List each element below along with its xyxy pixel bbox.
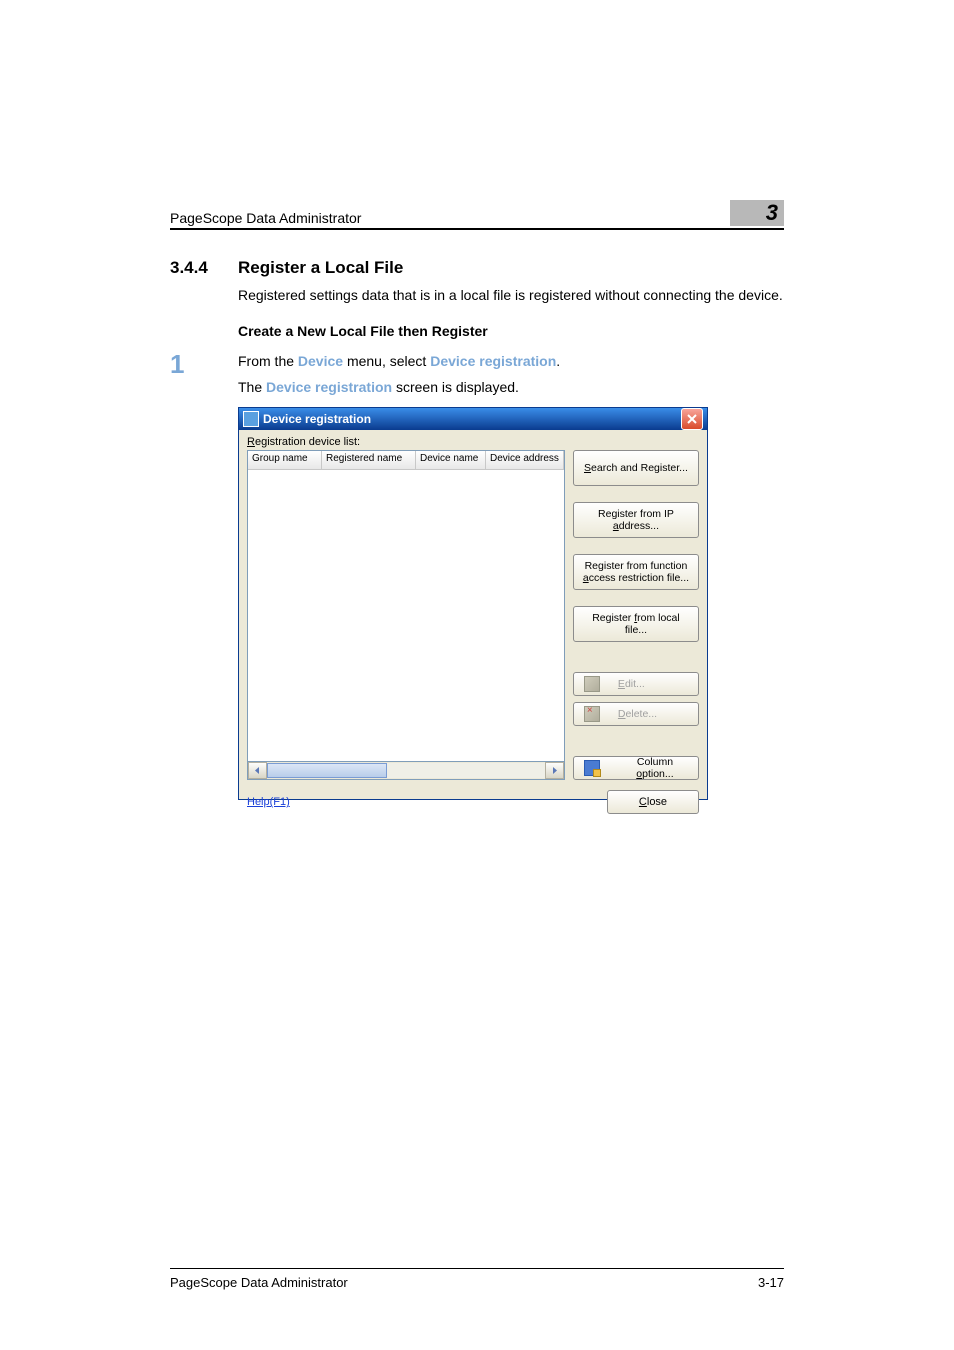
ui-term-device-registration: Device registration bbox=[430, 353, 556, 369]
search-and-register-button[interactable]: Search and Register... bbox=[573, 450, 699, 486]
column-option-button[interactable]: Column option... bbox=[573, 756, 699, 780]
running-header: PageScope Data Administrator bbox=[170, 210, 361, 226]
scroll-thumb[interactable] bbox=[267, 763, 387, 778]
step-text: From the Device menu, select Device regi… bbox=[238, 351, 560, 398]
scroll-right-icon[interactable] bbox=[545, 762, 564, 779]
dialog-titlebar[interactable]: Device registration bbox=[239, 408, 707, 430]
section-intro: Registered settings data that is in a lo… bbox=[238, 286, 784, 305]
section-title: Register a Local File bbox=[238, 258, 403, 278]
edit-button: Edit... bbox=[573, 672, 699, 696]
ui-term-screen: Device registration bbox=[266, 379, 392, 395]
footer-left: PageScope Data Administrator bbox=[170, 1275, 348, 1290]
registration-list-label: Registration device list: bbox=[247, 436, 699, 448]
register-from-local-file-button[interactable]: Register from local file... bbox=[573, 606, 699, 642]
footer-page-number: 3-17 bbox=[758, 1275, 784, 1290]
chapter-badge: 3 bbox=[730, 200, 784, 226]
header-rule bbox=[170, 228, 784, 230]
footer-rule bbox=[170, 1268, 784, 1269]
subsection-heading: Create a New Local File then Register bbox=[238, 323, 784, 339]
edit-icon bbox=[584, 676, 600, 692]
help-link[interactable]: Help(F1) bbox=[247, 796, 290, 808]
section-number: 3.4.4 bbox=[170, 258, 238, 278]
scroll-track[interactable] bbox=[267, 763, 545, 778]
step-number: 1 bbox=[170, 351, 238, 398]
close-icon[interactable] bbox=[681, 408, 703, 430]
col-registered-name[interactable]: Registered name bbox=[322, 451, 416, 469]
delete-icon bbox=[584, 706, 600, 722]
register-from-function-access-button[interactable]: Register from functionaccess restriction… bbox=[573, 554, 699, 590]
device-registration-dialog: Device registration Registration device … bbox=[238, 407, 708, 800]
ui-term-device: Device bbox=[298, 353, 343, 369]
list-header: Group name Registered name Device name D… bbox=[248, 451, 564, 470]
close-button[interactable]: Close bbox=[607, 790, 699, 814]
registration-device-list[interactable]: Group name Registered name Device name D… bbox=[247, 450, 565, 762]
col-group-name[interactable]: Group name bbox=[248, 451, 322, 469]
chapter-number: 3 bbox=[766, 200, 778, 226]
register-from-ip-button[interactable]: Register from IPaddress... bbox=[573, 502, 699, 538]
horizontal-scrollbar[interactable] bbox=[247, 762, 565, 780]
dialog-title: Device registration bbox=[263, 412, 371, 426]
scroll-left-icon[interactable] bbox=[248, 762, 267, 779]
column-option-icon bbox=[584, 760, 600, 776]
col-device-address[interactable]: Device address bbox=[486, 451, 564, 469]
dialog-icon bbox=[243, 411, 259, 427]
delete-button: Delete... bbox=[573, 702, 699, 726]
col-device-name[interactable]: Device name bbox=[416, 451, 486, 469]
